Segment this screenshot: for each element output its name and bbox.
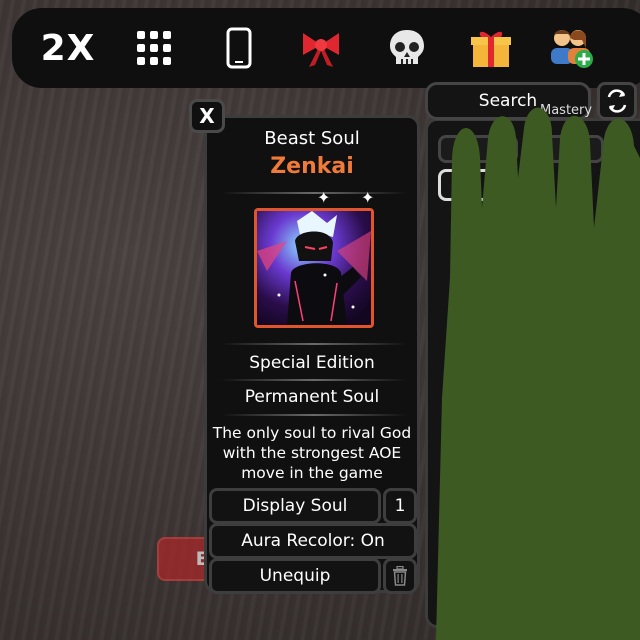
soul-detail-panel: Beast Soul Zenkai ✦ ✦ Special Edition Pe… <box>204 115 420 594</box>
unequip-button[interactable]: Unequip <box>209 558 381 594</box>
sparkle-icon: ✦ <box>361 188 375 207</box>
close-label: X <box>199 104 215 128</box>
soul-portrait <box>254 208 374 328</box>
delete-button[interactable] <box>383 558 417 594</box>
divider <box>221 379 407 381</box>
permanence-label: Permanent Soul <box>244 387 380 407</box>
menu-grid-icon[interactable] <box>134 26 174 70</box>
divider <box>221 414 407 416</box>
close-button[interactable]: X <box>189 99 225 133</box>
sparkle-icon: ✦ <box>317 188 331 207</box>
gift-icon[interactable] <box>468 26 514 70</box>
add-friends-icon[interactable] <box>546 26 596 70</box>
skull-icon[interactable] <box>384 26 430 70</box>
soul-type-label: Beast Soul <box>264 128 360 149</box>
display-soul-label: Display Soul <box>242 496 348 516</box>
phone-icon[interactable] <box>224 26 254 70</box>
divider <box>221 192 407 194</box>
speed-toggle-button[interactable]: 2X <box>38 26 98 70</box>
soul-character-art <box>257 211 371 325</box>
unequip-label: Unequip <box>259 566 331 586</box>
soul-description: The only soul to rival God with the stro… <box>212 424 412 482</box>
display-count: 1 <box>394 496 406 516</box>
trash-icon <box>393 566 407 586</box>
ribbon-bow-icon[interactable] <box>298 26 344 70</box>
display-soul-button[interactable]: Display Soul <box>209 488 381 524</box>
aura-recolor-label: Aura Recolor: On <box>241 531 385 551</box>
redaction-scribble <box>436 107 640 640</box>
speed-label: 2X <box>40 27 96 69</box>
soul-name: Zenkai <box>270 154 354 179</box>
edition-label: Special Edition <box>249 353 375 373</box>
aura-recolor-toggle[interactable]: Aura Recolor: On <box>209 523 417 559</box>
top-toolbar: 2X <box>12 8 640 88</box>
display-count-badge: 1 <box>383 488 417 524</box>
divider <box>221 343 407 345</box>
